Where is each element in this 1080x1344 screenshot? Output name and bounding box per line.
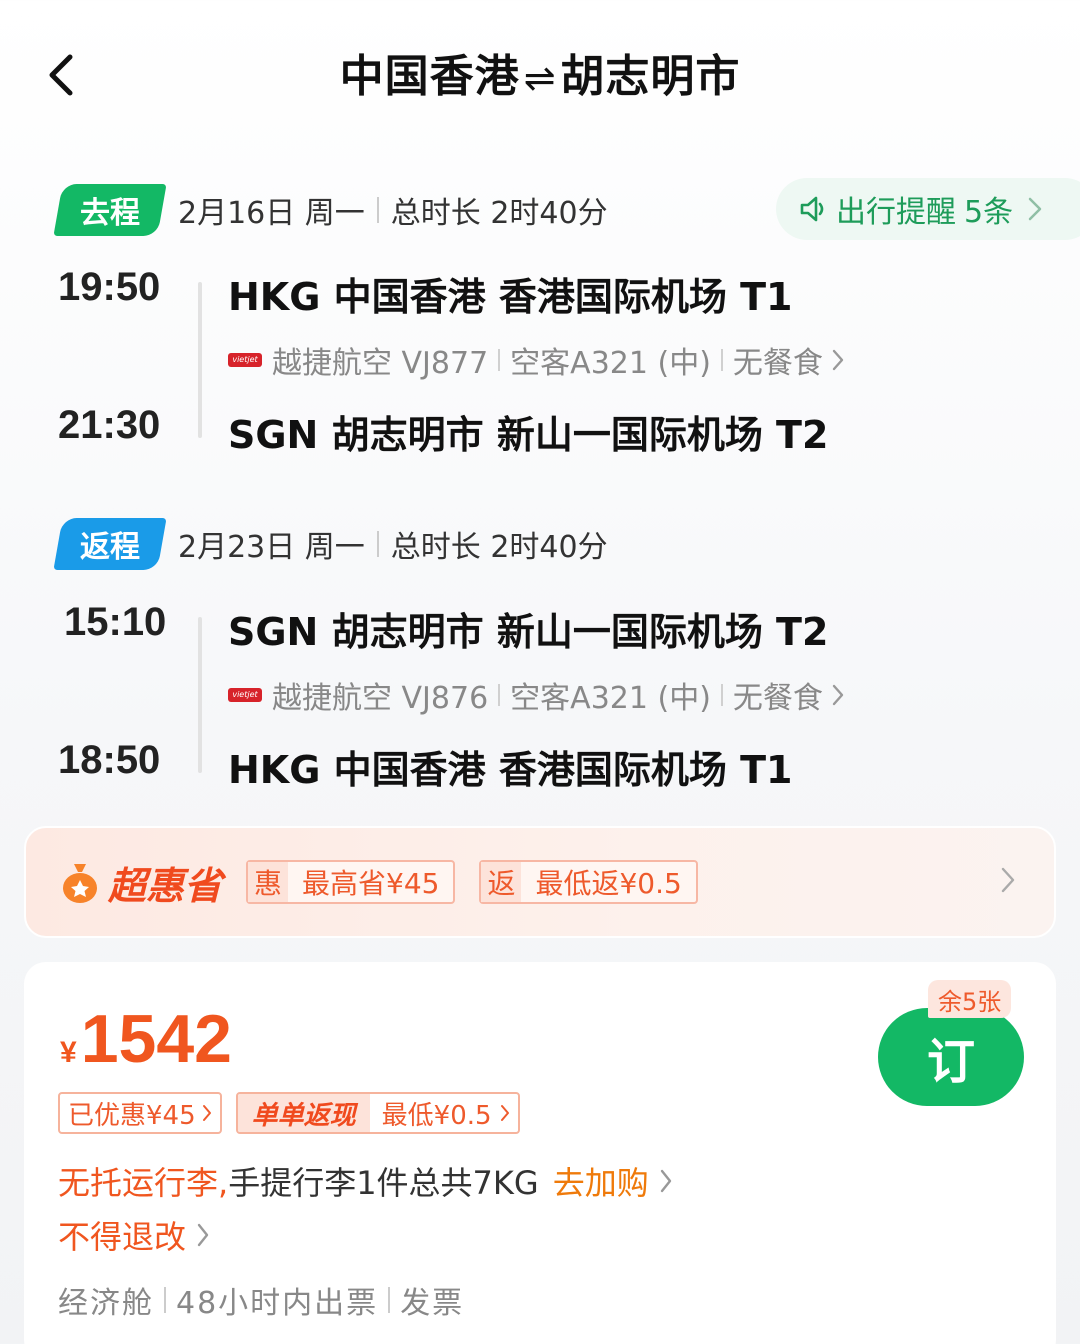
outbound-header: 去程 2月16日 周一 总时长 2时40分 (53, 182, 608, 238)
price: ¥ 1542 (60, 1000, 232, 1078)
cabin-class: 经济舱 (58, 1286, 154, 1321)
promo-brand-label: 超惠省 (108, 863, 223, 908)
return-departure-airport: SGN 胡志明市 新山一国际机场 T2 (228, 610, 829, 654)
return-meal: 无餐食 (732, 681, 823, 716)
discount-chips: 已优惠¥45 单单返现 最低¥0.5 (58, 1092, 520, 1134)
reminder-count: 5条 (964, 195, 1014, 230)
divider (376, 197, 379, 223)
ticketing-time: 48小时内出票 (176, 1286, 379, 1321)
outbound-meal: 无餐食 (732, 346, 823, 381)
timeline-line (198, 282, 202, 438)
chevron-right-icon (832, 684, 844, 706)
vietjet-logo: vietjet (228, 353, 262, 367)
promo-brand: 超惠省 (60, 855, 222, 910)
return-date: 2月23日 周一 (178, 530, 365, 565)
baggage-notice: 无托运行李, 手提行李1件总共7KG 去加购 (58, 1158, 673, 1204)
divider (388, 1287, 391, 1313)
chevron-right-icon (1028, 197, 1042, 221)
page-title: 中国香港 ⇌胡志明市 (0, 40, 1080, 104)
outbound-airline: 越捷航空 VJ877 (272, 346, 489, 381)
price-currency: ¥ (60, 1036, 77, 1069)
fare-card: ¥ 1542 余5张 订 已优惠¥45 单单返现 最低¥0.5 无托运行李, 手… (24, 962, 1056, 1344)
return-arrival-time: 18:50 (58, 738, 161, 782)
chevron-right-icon (660, 1169, 671, 1193)
return-arrival-airport: HKG 中国香港 香港国际机场 T1 (228, 748, 793, 792)
outbound-departure-airport: HKG 中国香港 香港国际机场 T1 (228, 275, 793, 319)
divider (720, 349, 723, 371)
divider (164, 1287, 166, 1313)
remaining-tickets-badge: 余5张 (928, 980, 1012, 1018)
chevron-right-icon (1001, 867, 1015, 893)
travel-reminder-button[interactable]: 出行提醒 5条 (776, 178, 1080, 240)
swap-arrows-icon: ⇌ (523, 56, 557, 100)
header: 中国香港 ⇌胡志明市 (0, 0, 1080, 150)
chevron-right-icon (197, 1223, 209, 1247)
return-departure-time: 15:10 (64, 600, 167, 644)
title-destination: 胡志明市 (560, 51, 741, 102)
chevron-right-icon (832, 349, 844, 371)
speaker-icon (800, 196, 824, 222)
outbound-flight-info[interactable]: vietjet 越捷航空 VJ877 空客A321 (中) 无餐食 (228, 338, 845, 382)
timeline-line (198, 617, 202, 773)
outbound-tag: 去程 (53, 184, 167, 236)
reminder-label: 出行提醒 (836, 195, 956, 230)
outbound-duration: 总时长 2时40分 (390, 196, 608, 231)
discount-chip[interactable]: 已优惠¥45 (58, 1092, 222, 1134)
refund-rule[interactable]: 不得退改 (58, 1212, 210, 1258)
cashback-label: 单单返现 (237, 1094, 370, 1132)
cashback-value: 最低¥0.5 (381, 1100, 492, 1131)
book-button[interactable]: 订 (878, 1008, 1024, 1106)
title-origin: 中国香港 (339, 51, 520, 102)
chevron-right-icon (202, 1105, 211, 1121)
vietjet-logo: vietjet (228, 688, 262, 702)
outbound-aircraft: 空客A321 (中) (510, 346, 711, 381)
outbound-departure-time: 19:50 (58, 265, 161, 309)
outbound-date: 2月16日 周一 (178, 196, 365, 231)
return-header: 返程 2月23日 周一 总时长 2时40分 (53, 516, 608, 572)
return-tag: 返程 (53, 518, 167, 570)
divider (498, 349, 501, 371)
divider (720, 684, 723, 706)
price-value: 1542 (80, 1001, 232, 1077)
baggage-detail: 手提行李1件总共7KG (228, 1164, 539, 1202)
divider (498, 684, 501, 706)
add-baggage-link[interactable]: 去加购 (553, 1158, 649, 1204)
fare-details: 经济舱 48小时内出票 发票 (58, 1278, 464, 1322)
baggage-warning: 无托运行李, (58, 1164, 229, 1202)
refund-rule-label: 不得退改 (58, 1218, 187, 1256)
promo-cashback-badge: 返 最低返¥0.5 (479, 860, 698, 904)
promo-discount-badge: 惠 最高省¥45 (246, 860, 456, 904)
cashback-chip[interactable]: 单单返现 最低¥0.5 (235, 1092, 520, 1134)
return-flight-info[interactable]: vietjet 越捷航空 VJ876 空客A321 (中) 无餐食 (228, 673, 845, 717)
outbound-arrival-airport: SGN 胡志明市 新山一国际机场 T2 (228, 413, 829, 457)
money-bag-icon (63, 864, 97, 903)
invoice-label: 发票 (400, 1286, 465, 1321)
outbound-arrival-time: 21:30 (58, 403, 161, 447)
chevron-right-icon (500, 1105, 509, 1121)
return-airline: 越捷航空 VJ876 (272, 681, 489, 716)
divider (376, 531, 379, 557)
return-aircraft: 空客A321 (中) (510, 681, 711, 716)
return-duration: 总时长 2时40分 (390, 530, 608, 565)
promo-banner[interactable]: 超惠省 惠 最高省¥45 返 最低返¥0.5 (24, 826, 1056, 938)
